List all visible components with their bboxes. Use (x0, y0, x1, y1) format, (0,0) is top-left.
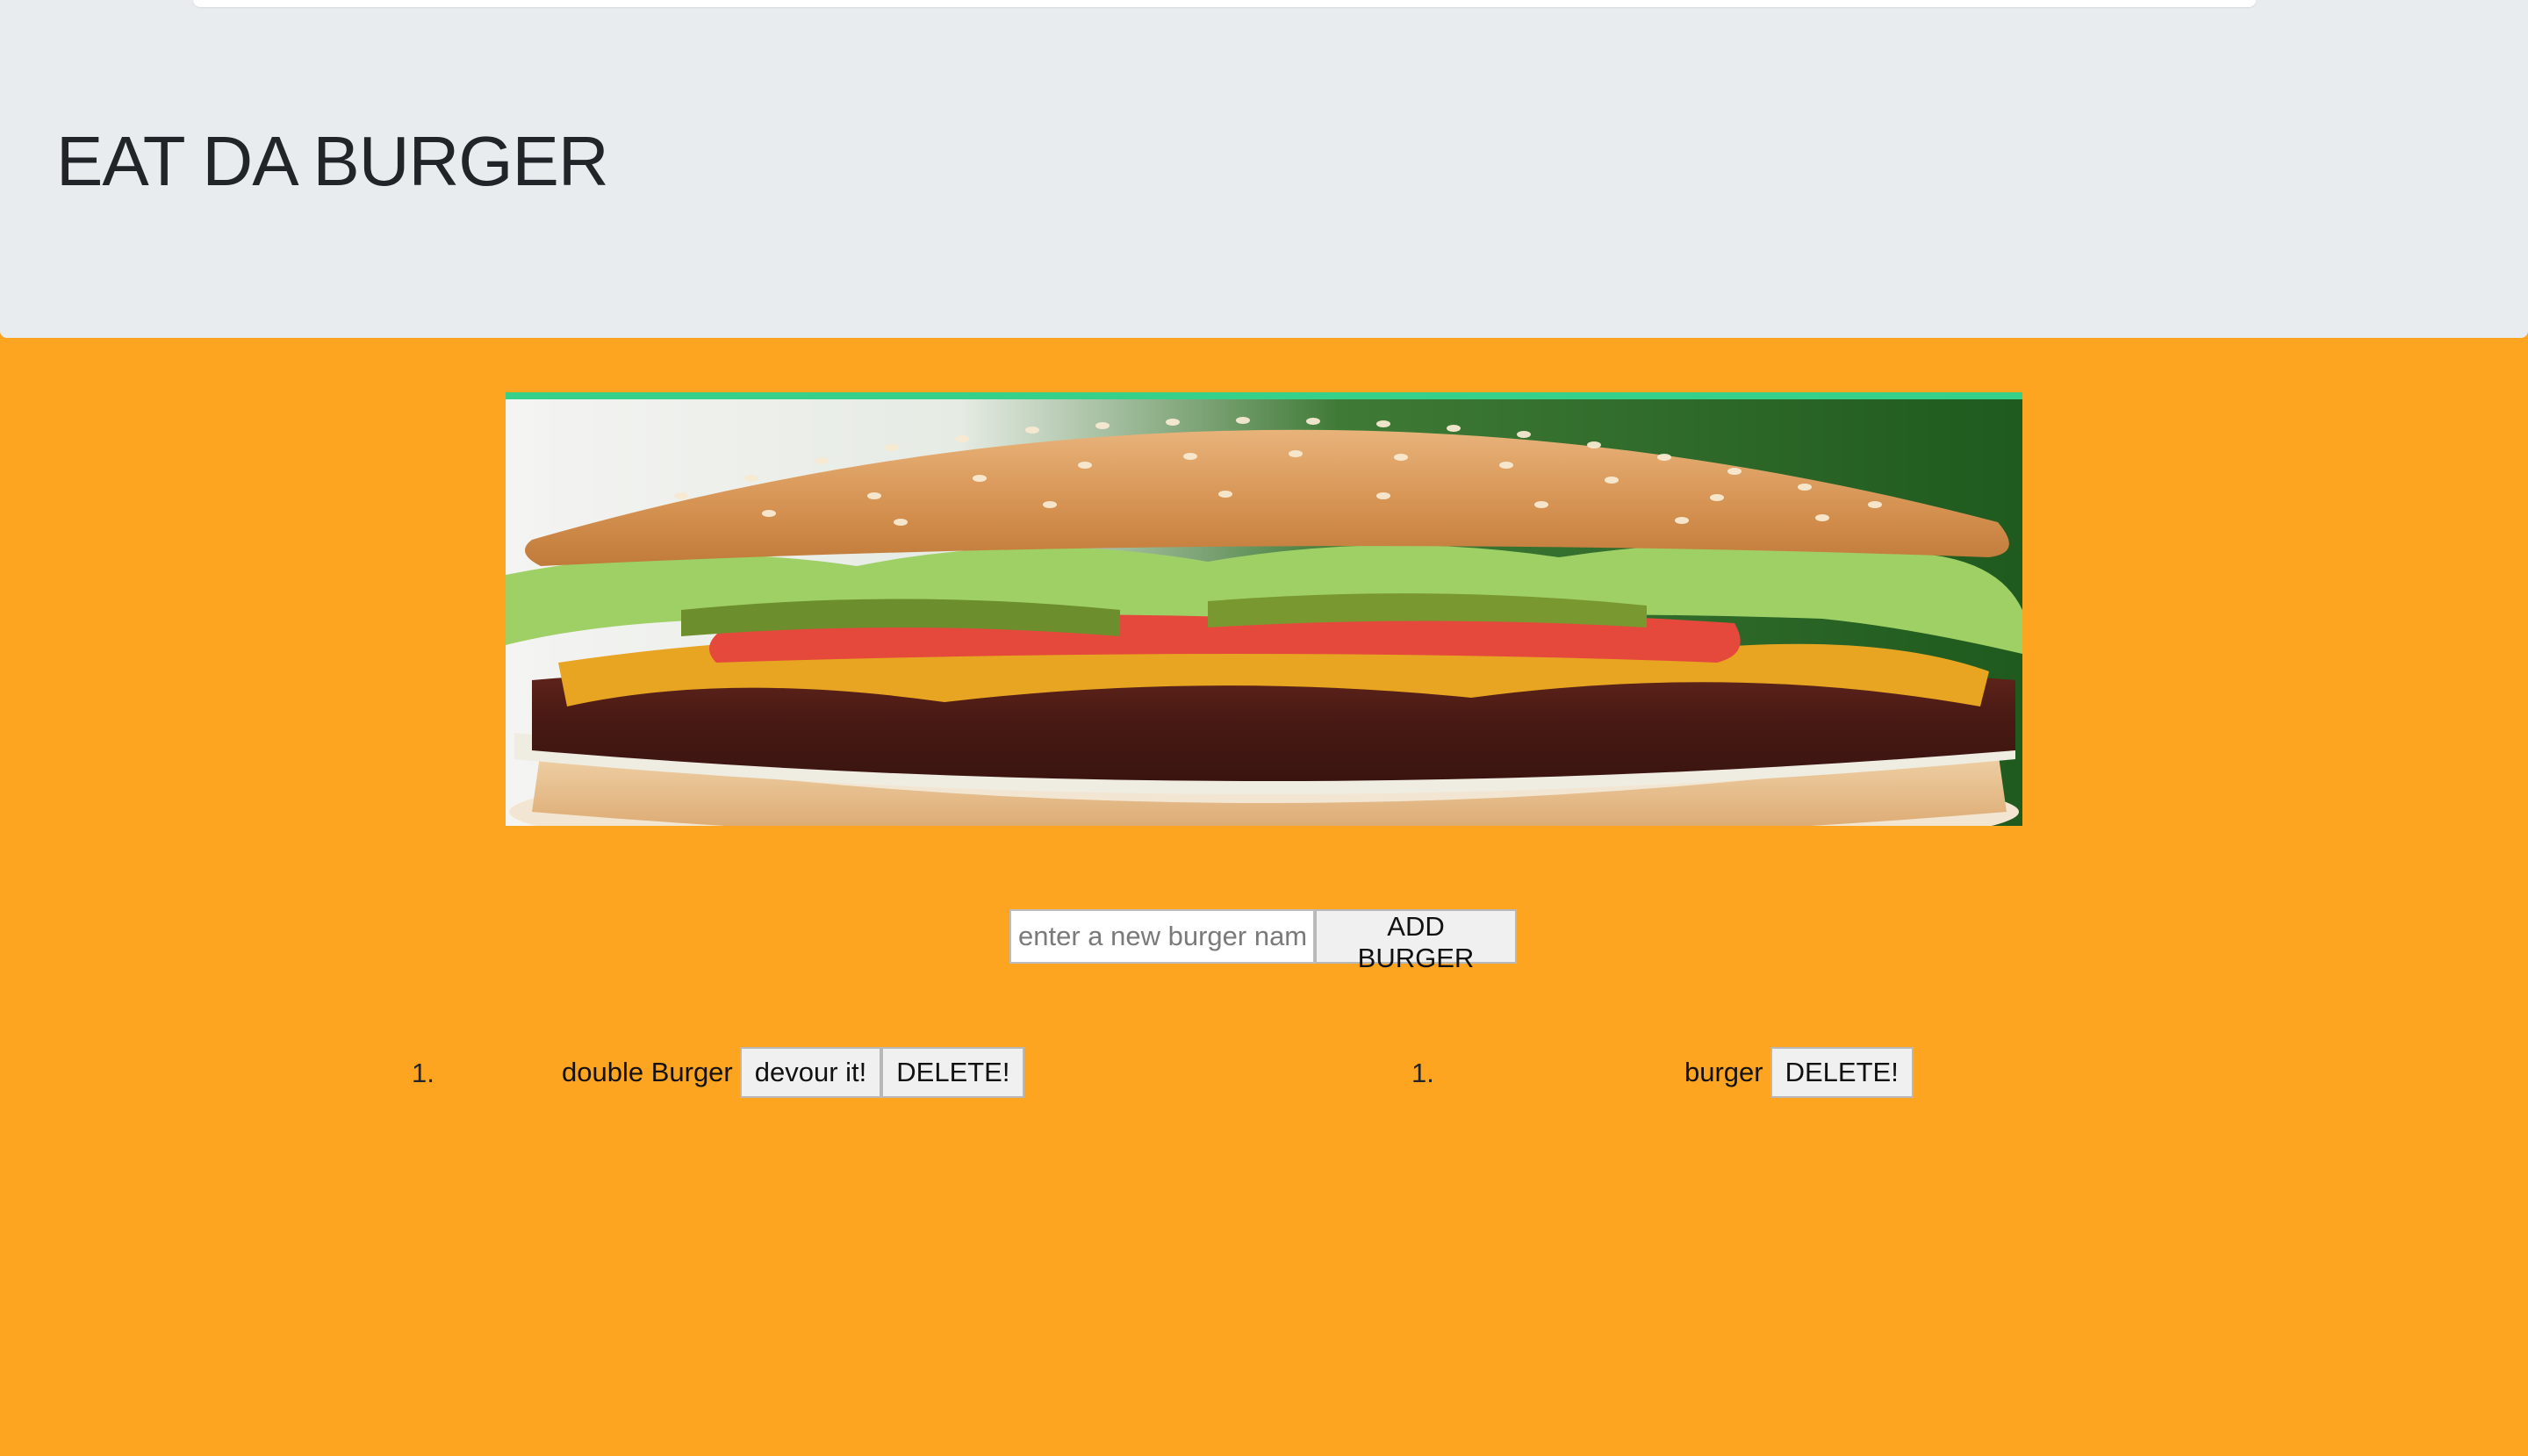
page-title: EAT DA BURGER (56, 122, 609, 200)
burger-list-item: double Burger devour it! DELETE! (562, 1047, 1025, 1098)
browser-top-strip (0, 0, 2528, 14)
list-index: 1. (412, 1058, 434, 1088)
add-burger-form: ADD BURGER (1009, 909, 1517, 973)
list-index: 1. (1411, 1058, 1434, 1088)
burger-name: double Burger (562, 1057, 733, 1087)
devour-button[interactable]: devour it! (739, 1047, 882, 1098)
header-jumbotron: EAT DA BURGER (0, 14, 2528, 338)
burger-name-input[interactable] (1009, 909, 1315, 964)
burger-name: burger (1684, 1057, 1763, 1087)
add-burger-button[interactable]: ADD BURGER (1315, 909, 1517, 973)
top-bar (193, 0, 2256, 7)
devoured-burger-item: burger DELETE! (1684, 1047, 1914, 1098)
delete-button[interactable]: DELETE! (1770, 1047, 1914, 1098)
burger-hero-image (506, 392, 2022, 826)
burger-illustration (506, 399, 2022, 826)
delete-button[interactable]: DELETE! (881, 1047, 1025, 1098)
